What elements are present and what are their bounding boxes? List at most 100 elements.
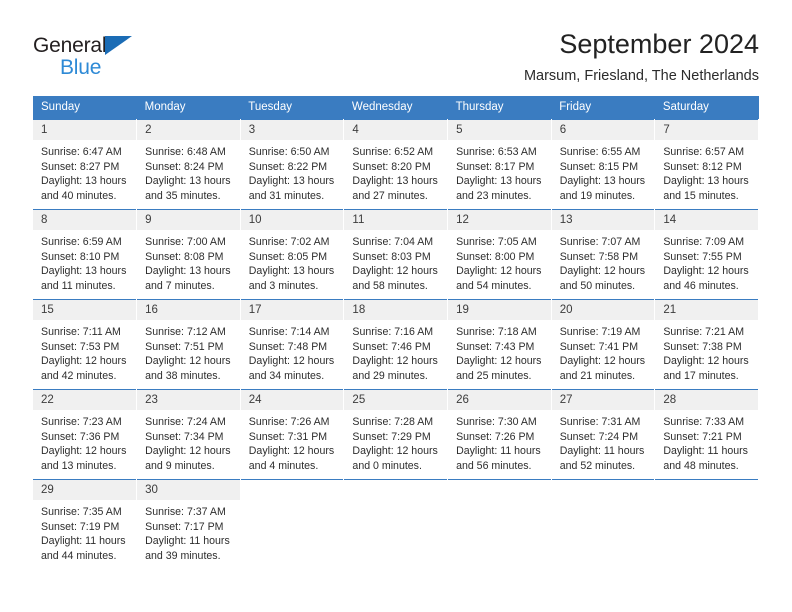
calendar-day-cell[interactable]: 18 Sunrise: 7:16 AM Sunset: 7:46 PM Dayligh… <box>343 299 449 390</box>
day-number: 4 <box>344 120 448 140</box>
daylight-text-line1: Daylight: 12 hours <box>352 265 438 278</box>
day-number: 27 <box>551 390 655 410</box>
calendar-day-cell[interactable]: 30 Sunrise: 7:37 AM Sunset: 7:17 PM Dayligh… <box>136 479 241 569</box>
day-number: 23 <box>137 390 240 410</box>
sunrise-text: Sunrise: 7:07 AM <box>559 236 641 248</box>
day-number <box>551 480 655 500</box>
sunrise-text: Sunrise: 7:35 AM <box>41 506 122 518</box>
sunset-text: Sunset: 7:34 PM <box>145 430 224 443</box>
calendar-day-cell[interactable]: 14 Sunrise: 7:09 AM Sunset: 7:55 PM Dayligh… <box>654 209 759 300</box>
calendar-day-cell[interactable]: 26 Sunrise: 7:30 AM Sunset: 7:26 PM Dayligh… <box>447 389 552 480</box>
calendar-day-cell[interactable]: 15 Sunrise: 7:11 AM Sunset: 7:53 PM Dayligh… <box>33 299 138 390</box>
sunset-text: Sunset: 7:48 PM <box>248 340 328 353</box>
day-details: Sunrise: 7:02 AM Sunset: 8:05 PM Daylight:… <box>241 230 344 293</box>
day-number: 25 <box>344 390 448 410</box>
calendar-day-cell[interactable]: 20 Sunrise: 7:19 AM Sunset: 7:41 PM Dayligh… <box>551 299 656 390</box>
daylight-text-line2: and 54 minutes. <box>456 279 532 292</box>
calendar-day-cell[interactable]: 1 Sunrise: 6:47 AM Sunset: 8:27 PM Daylight… <box>33 119 138 210</box>
sunrise-text: Sunrise: 7:05 AM <box>456 236 537 248</box>
day-number: 21 <box>655 300 758 320</box>
day-number: 12 <box>448 210 551 230</box>
sunset-text: Sunset: 7:17 PM <box>145 520 224 533</box>
calendar-body: 1 Sunrise: 6:47 AM Sunset: 8:27 PM Daylight… <box>33 119 759 569</box>
generalblue-logo[interactable]: General Blue <box>33 28 133 79</box>
calendar-table: Sunday Monday Tuesday Wednesday Thursday Frid… <box>33 96 759 569</box>
calendar-week-row: 15 Sunrise: 7:11 AM Sunset: 7:53 PM Dayligh… <box>33 299 759 390</box>
calendar-day-cell[interactable]: 22 Sunrise: 7:23 AM Sunset: 7:36 PM Dayligh… <box>33 389 138 480</box>
sunrise-text: Sunrise: 6:47 AM <box>41 146 122 158</box>
day-number: 14 <box>655 210 758 230</box>
sunset-text: Sunset: 7:46 PM <box>352 340 431 353</box>
day-details: Sunrise: 7:26 AM Sunset: 7:31 PM Daylight:… <box>241 410 344 473</box>
calendar-day-cell[interactable]: 2 Sunrise: 6:48 AM Sunset: 8:24 PM Daylight… <box>136 119 241 210</box>
daylight-text-line2: and 34 minutes. <box>248 369 325 382</box>
sunrise-text: Sunrise: 7:37 AM <box>145 506 226 518</box>
calendar-day-cell[interactable]: 28 Sunrise: 7:33 AM Sunset: 7:21 PM Dayligh… <box>654 389 759 480</box>
calendar-day-cell[interactable]: 25 Sunrise: 7:28 AM Sunset: 7:29 PM Dayligh… <box>343 389 449 480</box>
day-details: Sunrise: 7:30 AM Sunset: 7:26 PM Daylight:… <box>448 410 551 473</box>
day-details: Sunrise: 7:14 AM Sunset: 7:48 PM Daylight:… <box>241 320 344 383</box>
day-number: 11 <box>344 210 448 230</box>
sunrise-text: Sunrise: 6:50 AM <box>248 146 330 158</box>
calendar-day-cell[interactable]: 24 Sunrise: 7:26 AM Sunset: 7:31 PM Dayligh… <box>240 389 345 480</box>
sunrise-text: Sunrise: 7:30 AM <box>456 416 537 428</box>
day-details: Sunrise: 6:53 AM Sunset: 8:17 PM Daylight:… <box>448 140 551 203</box>
day-number: 29 <box>33 480 137 500</box>
calendar-day-cell[interactable]: 23 Sunrise: 7:24 AM Sunset: 7:34 PM Dayligh… <box>136 389 241 480</box>
calendar-day-cell[interactable]: 27 Sunrise: 7:31 AM Sunset: 7:24 PM Dayligh… <box>551 389 656 480</box>
calendar-day-cell[interactable]: 12 Sunrise: 7:05 AM Sunset: 8:00 PM Dayligh… <box>447 209 552 300</box>
sunset-text: Sunset: 8:17 PM <box>456 160 535 173</box>
calendar-day-cell[interactable]: 8 Sunrise: 6:59 AM Sunset: 8:10 PM Daylight… <box>33 209 138 300</box>
daylight-text-line2: and 25 minutes. <box>456 369 532 382</box>
weekday-header-friday: Friday <box>551 96 655 120</box>
sunset-text: Sunset: 7:19 PM <box>41 520 120 533</box>
calendar-day-cell[interactable]: 29 Sunrise: 7:35 AM Sunset: 7:19 PM Dayligh… <box>33 479 138 569</box>
daylight-text-line2: and 4 minutes. <box>248 459 319 472</box>
calendar-day-cell[interactable]: 17 Sunrise: 7:14 AM Sunset: 7:48 PM Dayligh… <box>240 299 345 390</box>
calendar-day-cell[interactable]: 13 Sunrise: 7:07 AM Sunset: 7:58 PM Dayligh… <box>551 209 656 300</box>
day-details: Sunrise: 7:18 AM Sunset: 7:43 PM Daylight:… <box>448 320 551 383</box>
calendar-day-cell[interactable]: 7 Sunrise: 6:57 AM Sunset: 8:12 PM Daylight… <box>654 119 759 210</box>
day-number: 6 <box>551 120 655 140</box>
calendar-day-cell[interactable]: 6 Sunrise: 6:55 AM Sunset: 8:15 PM Daylight… <box>551 119 656 210</box>
daylight-text-line2: and 56 minutes. <box>456 459 532 472</box>
calendar-day-cell[interactable]: 9 Sunrise: 7:00 AM Sunset: 8:08 PM Daylight… <box>136 209 241 300</box>
day-number: 16 <box>137 300 240 320</box>
calendar-day-cell[interactable]: 21 Sunrise: 7:21 AM Sunset: 7:38 PM Dayligh… <box>654 299 759 390</box>
day-details: Sunrise: 7:28 AM Sunset: 7:29 PM Daylight:… <box>344 410 447 473</box>
calendar-cell-empty <box>551 479 656 569</box>
sunset-text: Sunset: 7:53 PM <box>41 340 120 353</box>
sunrise-text: Sunrise: 7:14 AM <box>248 326 330 338</box>
logo-triangle-icon <box>105 36 133 55</box>
calendar-day-cell[interactable]: 10 Sunrise: 7:02 AM Sunset: 8:05 PM Dayligh… <box>240 209 345 300</box>
weekday-header-tuesday: Tuesday <box>240 96 344 120</box>
page-subtitle: Marsum, Friesland, The Netherlands <box>523 68 759 84</box>
daylight-text-line1: Daylight: 12 hours <box>41 445 127 458</box>
daylight-text-line1: Daylight: 11 hours <box>559 445 645 458</box>
day-number: 26 <box>448 390 551 410</box>
daylight-text-line2: and 15 minutes. <box>663 189 739 202</box>
day-details: Sunrise: 7:07 AM Sunset: 7:58 PM Daylight:… <box>552 230 655 293</box>
calendar-day-cell[interactable]: 5 Sunrise: 6:53 AM Sunset: 8:17 PM Daylight… <box>447 119 552 210</box>
day-number: 7 <box>655 120 758 140</box>
daylight-text-line1: Daylight: 12 hours <box>559 265 646 278</box>
weekday-header-thursday: Thursday <box>447 96 552 120</box>
calendar-day-cell[interactable]: 11 Sunrise: 7:04 AM Sunset: 8:03 PM Dayligh… <box>343 209 449 300</box>
sunrise-text: Sunrise: 7:16 AM <box>352 326 434 338</box>
weekday-header: Sunday Monday Tuesday Wednesday Thursday Frid… <box>33 96 759 120</box>
sunrise-text: Sunrise: 6:59 AM <box>41 236 122 248</box>
daylight-text-line1: Daylight: 12 hours <box>663 355 749 368</box>
day-number: 1 <box>33 120 137 140</box>
day-details: Sunrise: 7:12 AM Sunset: 7:51 PM Daylight:… <box>137 320 240 383</box>
day-details: Sunrise: 7:00 AM Sunset: 8:08 PM Daylight:… <box>137 230 240 293</box>
sunrise-text: Sunrise: 7:04 AM <box>352 236 434 248</box>
calendar-day-cell[interactable]: 16 Sunrise: 7:12 AM Sunset: 7:51 PM Dayligh… <box>136 299 241 390</box>
day-number: 22 <box>33 390 137 410</box>
title-block: September 2024 Marsum, Friesland, The Ne… <box>524 28 759 87</box>
day-details: Sunrise: 6:57 AM Sunset: 8:12 PM Daylight:… <box>655 140 758 203</box>
daylight-text-line1: Daylight: 11 hours <box>145 535 230 548</box>
calendar-day-cell[interactable]: 3 Sunrise: 6:50 AM Sunset: 8:22 PM Daylight… <box>240 119 345 210</box>
day-details: Sunrise: 7:11 AM Sunset: 7:53 PM Daylight:… <box>33 320 136 383</box>
calendar-day-cell[interactable]: 4 Sunrise: 6:52 AM Sunset: 8:20 PM Daylight… <box>343 119 449 210</box>
calendar-day-cell[interactable]: 19 Sunrise: 7:18 AM Sunset: 7:43 PM Dayligh… <box>447 299 552 390</box>
